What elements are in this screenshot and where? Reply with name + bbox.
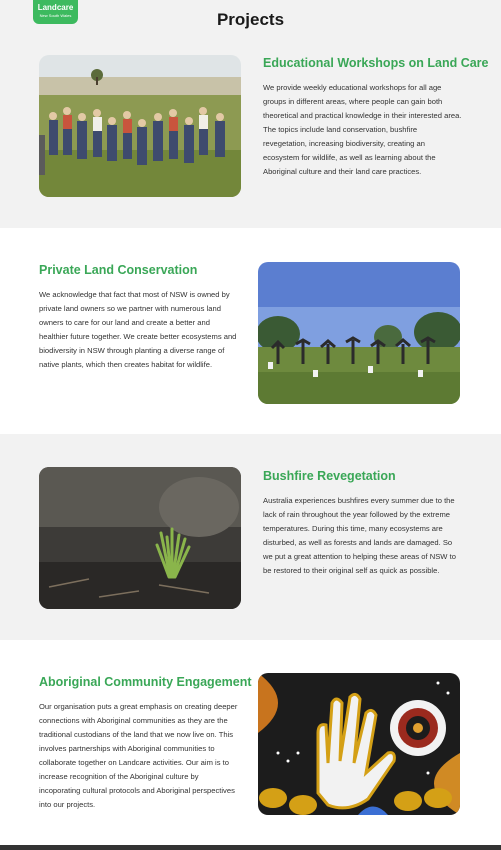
conservation-photo	[258, 262, 460, 404]
workshop-photo	[39, 55, 241, 197]
project-description: Australia experiences bushfires every su…	[263, 496, 456, 575]
project-description: Our organisation puts a great emphasis o…	[39, 702, 238, 809]
project-description: We acknowledge that fact that most of NS…	[39, 290, 237, 369]
project-section-bushfire: Bushfire Revegetation Australia experien…	[0, 434, 501, 640]
project-heading: Bushfire Revegetation	[263, 469, 396, 483]
bushfire-sprout-photo	[39, 467, 241, 609]
project-heading: Educational Workshops on Land Care	[263, 56, 489, 70]
landcare-logo[interactable]: Landcare New South Wales	[33, 0, 78, 24]
logo-name: Landcare	[37, 3, 74, 12]
project-heading: Aboriginal Community Engagement	[39, 675, 252, 689]
logo-region: New South Wales	[39, 13, 72, 18]
project-section-educational-workshops: Educational Workshops on Land Care We pr…	[0, 0, 501, 228]
project-section-private-land: Private Land Conservation We acknowledge…	[0, 228, 501, 434]
aboriginal-artwork	[258, 673, 460, 815]
project-description: We provide weekly educational workshops …	[263, 83, 462, 176]
project-section-aboriginal: Aboriginal Community Engagement Our orga…	[0, 640, 501, 845]
footer-bar	[0, 845, 501, 850]
project-heading: Private Land Conservation	[39, 263, 198, 277]
